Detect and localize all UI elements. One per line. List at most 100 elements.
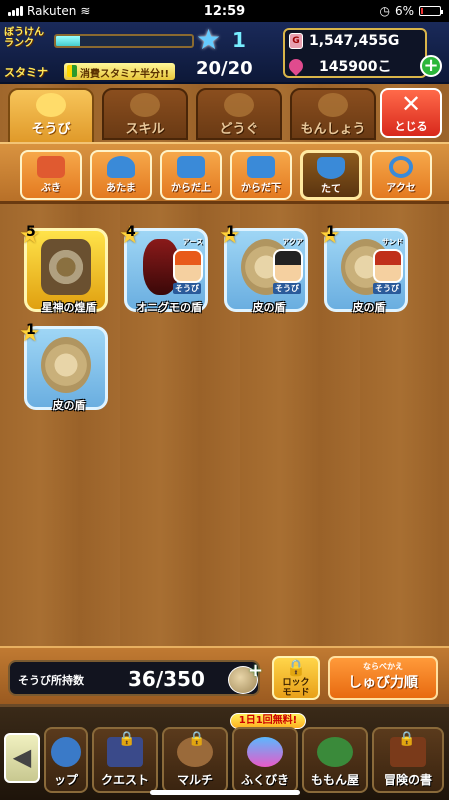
equipped-badge: そうび <box>373 283 401 294</box>
rarity-star-icon: ★ 1 <box>219 221 241 249</box>
category-bar: ぶき あたま からだ上 からだ下 たて アクセ <box>0 142 449 204</box>
lock-icon: 🔒 <box>188 731 206 747</box>
item-name: 皮の盾 <box>252 301 286 314</box>
category-label: たて <box>321 184 341 195</box>
nav-label: ップ <box>53 773 78 787</box>
stamina-label: スタミナ <box>4 66 48 79</box>
tab-emblem[interactable]: もんしょう <box>290 88 376 140</box>
globe-icon <box>51 737 81 767</box>
category-label: からだ上 <box>171 183 211 194</box>
sort-button[interactable]: ならべかえ しゅび力順 <box>328 656 438 700</box>
nav-item-adventure-book[interactable]: 🔒 冒険の書 <box>372 727 444 793</box>
item-card[interactable]: ★ 1 サンド そうび 皮の盾 <box>319 221 408 314</box>
shield-art <box>41 239 91 295</box>
category-label: アクセ <box>386 183 416 194</box>
rank-progress-bar <box>54 34 194 48</box>
armor-top-icon <box>177 156 205 178</box>
close-label: とじる <box>394 120 428 133</box>
home-indicator[interactable] <box>150 790 300 795</box>
nav-label: マルチ <box>176 773 213 787</box>
item-name: オニグモの盾 <box>136 301 202 314</box>
tab-items[interactable]: どうぐ <box>196 88 282 140</box>
category-body-bottom[interactable]: からだ下 <box>230 150 292 200</box>
nav-item-quest[interactable]: 🔒 クエスト <box>92 727 158 793</box>
inventory-count-value: 36/350 <box>128 667 205 691</box>
plus-icon: + <box>248 660 264 681</box>
avatar <box>273 249 303 283</box>
star-icon: ★ <box>196 23 222 56</box>
stamina-value: 20/20 <box>196 58 253 79</box>
tab-skill[interactable]: スキル <box>102 88 188 140</box>
item-card[interactable]: ★ 1 アクア そうび 皮の盾 <box>219 221 308 314</box>
gem-amount: 145900こ <box>319 59 392 75</box>
item-name: 皮の盾 <box>352 301 386 314</box>
battery-percent: 6% <box>394 4 414 18</box>
category-head[interactable]: あたま <box>90 150 152 200</box>
avatar <box>173 249 203 283</box>
category-label: からだ下 <box>241 183 281 194</box>
shield-icon <box>317 157 345 179</box>
owner-name: アクア <box>282 238 303 246</box>
category-accessory[interactable]: アクセ <box>370 150 432 200</box>
main-panel: そうび スキル どうぐ もんしょう ✕ とじる ぶき あたま からだ上 からだ下… <box>0 84 449 694</box>
wifi-icon: ≋ <box>80 4 91 18</box>
avatar <box>373 249 403 283</box>
owner-name: サンド <box>382 238 403 246</box>
sort-sublabel: ならべかえ <box>363 662 403 671</box>
owner-name: アース <box>182 238 203 246</box>
category-weapon[interactable]: ぶき <box>20 150 82 200</box>
add-gems-button[interactable]: + <box>420 55 442 77</box>
skill-icon <box>130 93 160 117</box>
lock-icon: 🔒 <box>118 731 136 747</box>
lock-mode-button[interactable]: 🔒 ロック モード <box>272 656 320 700</box>
item-name: 星神の煌盾 <box>41 301 97 314</box>
close-button[interactable]: ✕ とじる <box>380 88 442 138</box>
rarity-star-icon: ★ 1 <box>19 319 41 347</box>
category-label: ぶき <box>41 183 61 194</box>
lock-label: ロック <box>282 678 310 688</box>
category-shield[interactable]: たて <box>300 150 362 200</box>
nav-item-lottery[interactable]: ふくびき <box>232 727 298 793</box>
gold-bag-icon: G <box>289 33 303 49</box>
ring-icon <box>389 156 413 178</box>
nav-label: ももん屋 <box>310 773 359 787</box>
armor-bottom-icon <box>247 156 275 178</box>
item-card[interactable]: ★ 4 アース そうび オニグモの盾 <box>119 221 208 314</box>
nav-left-arrow-icon[interactable]: ◀ <box>4 733 40 783</box>
currency-box: G 1,547,455G 145900こ <box>283 28 427 78</box>
tab-label: そうび <box>31 122 71 137</box>
lock-icon: 🔒 <box>286 658 306 677</box>
helmet-icon <box>107 156 135 178</box>
rank-label: ぼうけんランク <box>4 27 44 49</box>
item-card[interactable]: ★ 1 皮の盾 <box>19 319 108 412</box>
nav-item-multi[interactable]: 🔒 マルチ <box>162 727 228 793</box>
clock: 12:59 <box>203 3 246 19</box>
alarm-icon: ◷ <box>379 4 390 18</box>
category-body-top[interactable]: からだ上 <box>160 150 222 200</box>
inventory-count-label: そうび所持数 <box>18 674 84 687</box>
bottom-nav: ◀ ップ 🔒 クエスト 🔒 マルチ 1日1回無料! ふくびき ももん屋 🔒 冒険… <box>0 704 449 800</box>
rarity-number: 1 <box>26 322 36 338</box>
close-icon: ✕ <box>400 90 422 118</box>
stamina-half-badge: 消費スタミナ半分!! <box>64 63 176 80</box>
nav-item-map[interactable]: ップ <box>44 727 88 793</box>
tab-label: もんしょう <box>300 122 366 137</box>
lottery-icon <box>247 737 283 767</box>
tab-equipment[interactable]: そうび <box>8 88 94 144</box>
status-bar: Rakuten ≋ 12:59 ◷ 6% <box>0 0 449 22</box>
emblem-icon <box>318 93 348 117</box>
nav-label: クエスト <box>100 773 149 787</box>
stamina-badge-text: 消費スタミナ半分!! <box>80 69 170 80</box>
equipped-badge: そうび <box>173 283 201 294</box>
tab-bar: そうび スキル どうぐ もんしょう ✕ とじる <box>6 88 446 144</box>
item-card[interactable]: ★ 5 星神の煌盾 <box>19 221 108 314</box>
gold-amount: 1,547,455G <box>309 33 400 49</box>
lock-icon: 🔒 <box>398 731 416 747</box>
shield-art <box>41 337 91 393</box>
inventory-count-box: そうび所持数 36/350 + <box>8 660 264 696</box>
sort-label: しゅび力順 <box>348 675 418 691</box>
lock-label: モード <box>282 688 310 698</box>
nav-item-shop[interactable]: ももん屋 <box>302 727 368 793</box>
armor-icon <box>36 93 66 117</box>
bag-icon <box>224 93 254 117</box>
